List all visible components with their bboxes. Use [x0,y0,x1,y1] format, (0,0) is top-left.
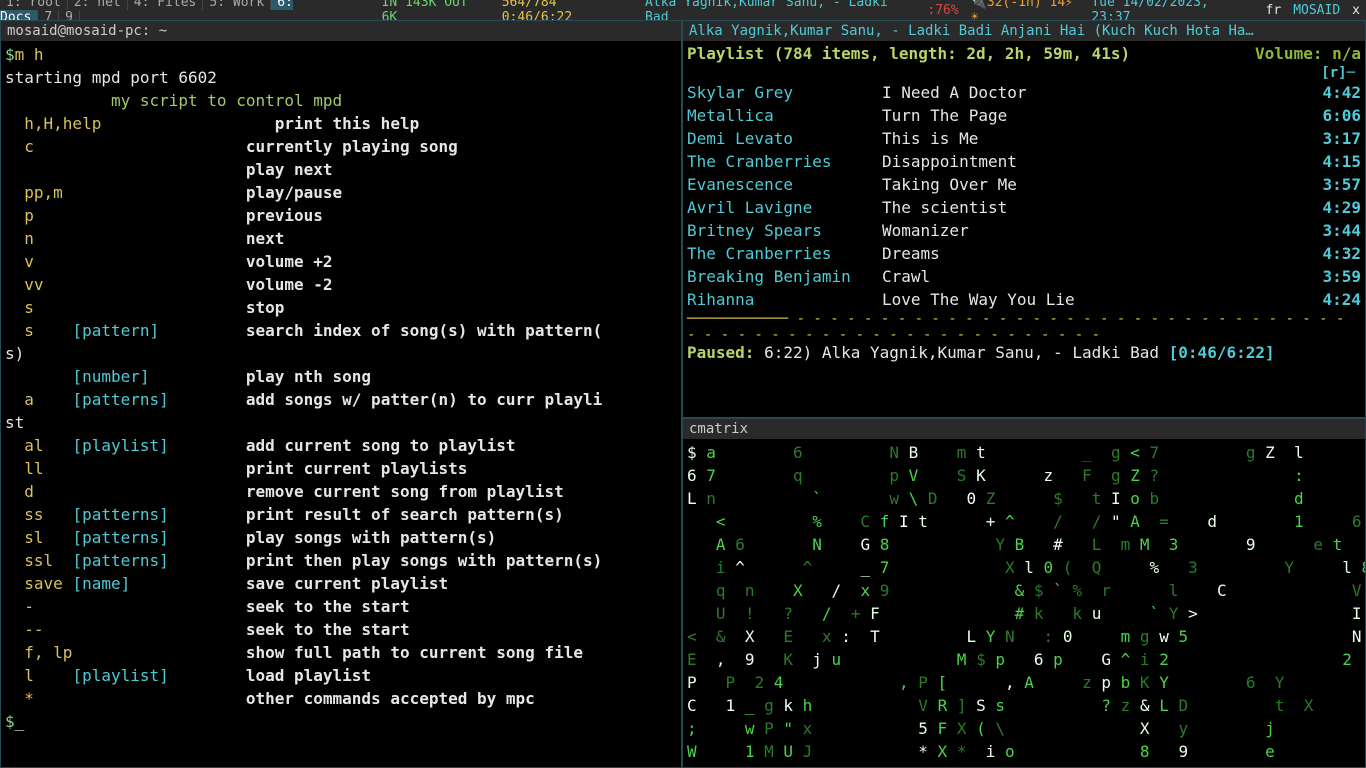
hostname: MOSAID [1287,3,1346,18]
help-row: l [playlist] load playlist [5,664,677,687]
playlist-row[interactable]: EvanescenceTaking Over Me3:57 [687,173,1361,196]
help-row: ll print current playlists [5,457,677,480]
disk-usage: :76% [921,3,964,18]
help-row: d remove current song from playlist [5,480,677,503]
playlist-mode: [r]─ [687,65,1361,81]
help-row: ss [patterns] print result of search pat… [5,503,677,526]
playlist-row[interactable]: Demi LevatoThis is Me3:17 [687,127,1361,150]
help-row: -- seek to the start [5,618,677,641]
playlist-row[interactable]: MetallicaTurn The Page6:06 [687,104,1361,127]
playlist-row[interactable]: Britney SpearsWomanizer3:44 [687,219,1361,242]
help-row: * other commands accepted by mpc [5,687,677,710]
playlist-row[interactable]: The CranberriesDreams4:32 [687,242,1361,265]
workspace-2net[interactable]: 2: net [68,0,128,10]
help-row: vv volume -2 [5,273,677,296]
help-row: save [name] save current playlist [5,572,677,595]
top-bar: 1: root2: net4: Files5: Work6: Docs79 IN… [0,0,1366,20]
cmatrix-body: $ a 6 N B m t _ g < 7 g Z l [6 7 q p V S… [683,439,1365,767]
window-title: mosaid@mosaid-pc: ~ [1,21,681,41]
help-row: h,H,help print this help [5,112,677,135]
player-status: Paused: 6:22) Alka Yagnik,Kumar Sanu, - … [687,343,1361,362]
help-row: [number] play nth song [5,365,677,388]
help-row: sl [patterns] play songs with pattern(s) [5,526,677,549]
playlist-row[interactable]: Skylar GreyI Need A Doctor4:42 [687,81,1361,104]
help-row: pp,m play/pause [5,181,677,204]
help-row: s stop [5,296,677,319]
help-row: ssl [patterns] print then play songs wit… [5,549,677,572]
workspace-4Files[interactable]: 4: Files [128,0,204,10]
help-row: p previous [5,204,677,227]
workspace-5Work[interactable]: 5: Work [203,0,271,10]
help-row: n next [5,227,677,250]
workspace-1root[interactable]: 1: root [0,0,68,10]
cmatrix-pane: cmatrix $ a 6 N B m t _ g < 7 g Z l [6 7… [682,418,1366,768]
help-row: al [playlist] add current song to playli… [5,434,677,457]
playlist-header: Playlist (784 items, length: 2d, 2h, 59m… [687,43,1361,65]
music-player-pane[interactable]: Alka Yagnik,Kumar Sanu, - Ladki Badi Anj… [682,20,1366,418]
close-icon[interactable]: x [1346,3,1366,18]
playlist-row[interactable]: RihannaLove The Way You Lie4:24 [687,288,1361,311]
help-row: s [pattern] search index of song(s) with… [5,319,677,342]
help-row: v volume +2 [5,250,677,273]
progress-bar[interactable]: ──────────── - - - - - - - - - - - - - -… [687,311,1361,343]
help-row: c currently playing song [5,135,677,158]
help-row: f, lp show full path to current song fil… [5,641,677,664]
help-row: - seek to the start [5,595,677,618]
kb-layout: fr [1260,3,1288,18]
terminal-pane[interactable]: mosaid@mosaid-pc: ~ $m h starting mpd po… [0,20,682,768]
help-row: play next [5,158,677,181]
terminal-body[interactable]: $m h starting mpd port 6602 my script to… [1,41,681,767]
playlist-row[interactable]: Avril LavigneThe scientist4:29 [687,196,1361,219]
help-row: a [patterns] add songs w/ patter(n) to c… [5,388,677,411]
cmatrix-title: cmatrix [683,419,1365,439]
playlist-row[interactable]: Breaking BenjaminCrawl3:59 [687,265,1361,288]
playlist-row[interactable]: The CranberriesDisappointment4:15 [687,150,1361,173]
player-title: Alka Yagnik,Kumar Sanu, - Ladki Badi Anj… [683,21,1365,41]
